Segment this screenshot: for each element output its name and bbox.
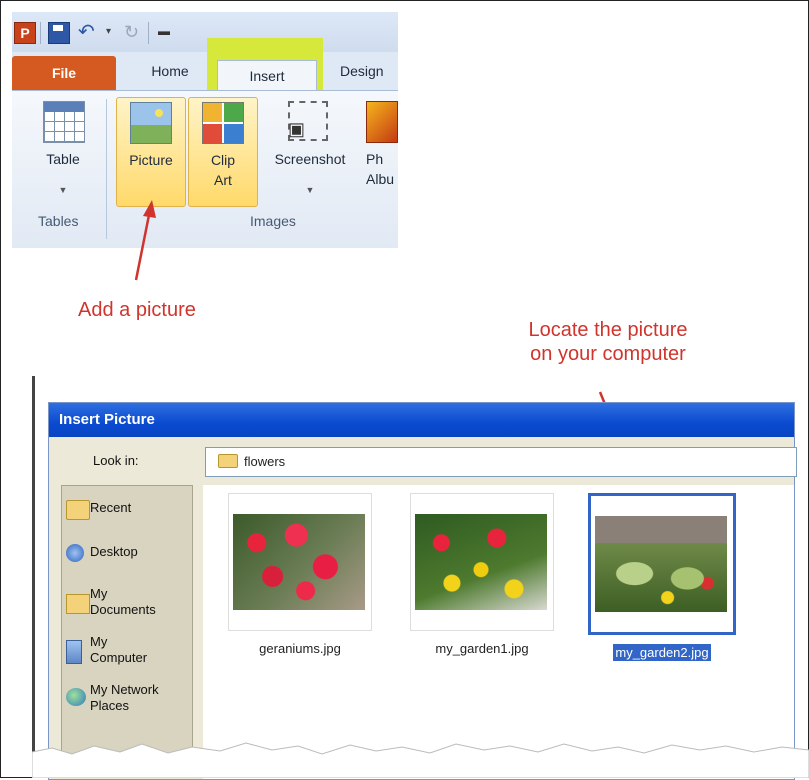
tab-insert[interactable]: Insert: [217, 60, 317, 91]
ribbon-tabs: File Home Insert Design: [12, 38, 398, 91]
quick-access-toolbar: P ↶ ▾ ↻ ▬: [12, 12, 398, 52]
garden1-image: [415, 514, 547, 610]
annotation-add-picture: Add a picture: [78, 299, 196, 321]
file-item[interactable]: my_garden1.jpg: [407, 493, 557, 656]
tab-file[interactable]: File: [12, 56, 116, 90]
save-icon[interactable]: [48, 22, 70, 44]
group-label-images: Images: [250, 213, 296, 229]
undo-icon[interactable]: ↶: [78, 22, 98, 42]
computer-icon: [66, 640, 82, 664]
place-label-line1: My Network: [90, 682, 159, 697]
documents-folder-icon: [66, 594, 90, 614]
file-name: my_garden2.jpg: [612, 643, 712, 662]
annotation-locate-picture: Locate the picture on your computer: [488, 318, 728, 366]
photo-album-button[interactable]: Ph Albu: [366, 97, 398, 205]
geraniums-image: [233, 514, 365, 610]
file-thumbnail: [588, 493, 736, 635]
place-label-line2: Computer: [90, 650, 148, 665]
dialog-title: Insert Picture: [49, 403, 794, 437]
table-icon: [43, 101, 85, 143]
place-label-line2: Documents: [90, 602, 156, 617]
places-bar: Recent Desktop My Documents My Computer …: [61, 485, 193, 767]
photo-album-label-line2: Albu: [366, 171, 395, 187]
place-label-line2: Places: [90, 698, 130, 713]
picture-label: Picture: [129, 152, 173, 168]
qat-separator: [148, 22, 149, 44]
ribbon-panel: Table ▼ Picture Clip Art Screenshot ▼ Ph…: [12, 90, 398, 248]
photo-album-label-line1: Ph: [366, 151, 384, 167]
chevron-down-icon: ▼: [58, 185, 68, 195]
desktop-icon: [66, 544, 84, 562]
torn-edge: [32, 742, 809, 778]
place-label: Desktop: [90, 544, 138, 559]
file-item-selected[interactable]: my_garden2.jpg: [587, 493, 737, 662]
file-thumbnail: [410, 493, 554, 631]
chevron-down-icon: ▼: [305, 185, 315, 195]
picture-button[interactable]: Picture: [116, 97, 186, 207]
recent-folder-icon: [66, 500, 90, 520]
look-in-label: Look in:: [93, 453, 139, 468]
look-in-select[interactable]: flowers: [205, 447, 797, 477]
place-label: Recent: [90, 500, 132, 515]
photo-album-icon: [366, 101, 398, 143]
place-label-line1: My: [90, 586, 108, 601]
file-list: geraniums.jpg my_garden1.jpg my_garden2.…: [203, 485, 794, 779]
file-item[interactable]: geraniums.jpg: [225, 493, 375, 656]
clip-art-button[interactable]: Clip Art: [188, 97, 258, 207]
table-label: Table: [46, 151, 80, 167]
clip-art-label: Clip Art: [189, 150, 257, 190]
group-label-tables: Tables: [38, 213, 79, 229]
clip-art-label-line1: Clip: [210, 152, 236, 168]
look-in-value: flowers: [244, 454, 286, 469]
place-label-line1: My: [90, 634, 108, 649]
file-name: geraniums.jpg: [259, 641, 341, 656]
folder-icon: [218, 454, 238, 468]
file-name: my_garden1.jpg: [435, 641, 529, 656]
undo-dropdown-icon[interactable]: ▾: [106, 26, 111, 37]
picture-icon: [130, 102, 172, 144]
clip-art-icon: [202, 102, 244, 144]
annotation-locate-line2: on your computer: [530, 343, 686, 365]
screenshot-button[interactable]: Screenshot ▼: [262, 97, 358, 205]
photo-album-label: Ph Albu: [366, 149, 398, 189]
group-separator: [106, 99, 107, 239]
file-thumbnail: [228, 493, 372, 631]
network-places-icon: [66, 688, 86, 706]
tab-home[interactable]: Home: [130, 52, 210, 90]
clip-art-label-line2: Art: [214, 172, 232, 188]
screenshot-icon: [288, 101, 328, 141]
arrow-to-picture: [134, 200, 156, 281]
powerpoint-logo-icon: P: [14, 22, 36, 44]
dialog-edge: [32, 376, 35, 756]
screenshot-label: Screenshot: [274, 151, 346, 167]
qat-separator: [40, 22, 41, 44]
insert-picture-dialog: Insert Picture Look in: flowers Recent D…: [48, 402, 797, 780]
redo-icon[interactable]: ↻: [124, 22, 144, 42]
insert-picture-dialog-crop: Insert Picture Look in: flowers Recent D…: [32, 376, 809, 780]
garden2-image: [595, 516, 727, 612]
customize-qat-icon[interactable]: ▬: [158, 24, 178, 44]
powerpoint-ribbon: P ↶ ▾ ↻ ▬ File Home Insert Design Table …: [12, 12, 398, 248]
tab-design[interactable]: Design: [340, 52, 398, 90]
table-button[interactable]: Table ▼: [34, 97, 92, 205]
annotation-locate-line1: Locate the picture: [528, 319, 688, 341]
